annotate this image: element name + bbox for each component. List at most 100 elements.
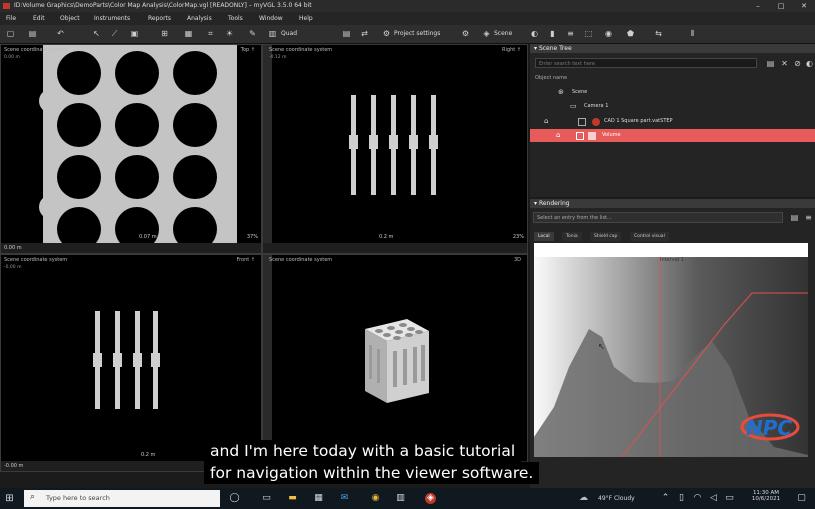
tray-chevron-icon[interactable]: ⌃ [660, 493, 671, 504]
clock[interactable]: 11:30 AM 10/6/2021 [746, 490, 786, 502]
windows-start-icon[interactable]: ⊞ [4, 493, 15, 504]
pen-icon[interactable]: ✎ [248, 29, 257, 38]
slice-slider[interactable] [263, 255, 272, 471]
menu-window[interactable]: Window [259, 12, 283, 25]
coordinate-label: Scene coordinate system [4, 47, 68, 53]
tree-settings-icon[interactable]: ◐ [805, 59, 814, 68]
tree-item-scene[interactable]: ⊛ Scene [530, 86, 815, 99]
menu-analysis[interactable]: Analysis [187, 12, 212, 25]
view-label[interactable]: Front ↑ [237, 257, 255, 263]
gear-icon[interactable]: ⚙ [461, 29, 470, 38]
taskbar: ⊞ ⌕ Type here to search ◯ ▭ ▬ ▦ ✉ ◉ ▥ ◈ … [0, 488, 815, 509]
open-icon[interactable]: ▤ [28, 29, 37, 38]
flip-icon[interactable]: ⇆ [654, 29, 663, 38]
keyboard-icon[interactable]: ▭ [724, 493, 735, 504]
mail-icon[interactable]: ✉ [339, 493, 350, 504]
viewport-footer: 0.00 m [1, 243, 261, 253]
chart-icon[interactable]: ▮ [548, 29, 557, 38]
maximize-button[interactable]: □ [770, 0, 792, 12]
measure-icon[interactable]: ⟋ [110, 29, 119, 38]
volume-icon[interactable]: ◁ [708, 493, 719, 504]
undo-icon[interactable]: ↶ [56, 29, 65, 38]
menu-object[interactable]: Object [60, 12, 80, 25]
layout-icon[interactable]: ▥ [268, 29, 277, 38]
project-settings-button[interactable]: Project settings [394, 25, 440, 43]
bars-icon[interactable]: ⫴ [688, 29, 697, 38]
myvgl-icon[interactable]: ◈ [425, 493, 436, 504]
menu-file[interactable]: File [6, 12, 16, 25]
link-icon[interactable]: ⇄ [360, 29, 369, 38]
colormap-strip[interactable] [534, 243, 808, 257]
layout-dropdown[interactable]: Quad [281, 25, 297, 43]
select-icon[interactable]: ▣ [130, 29, 139, 38]
view-label[interactable]: Right ↑ [502, 47, 521, 53]
weather-text[interactable]: 49°F Cloudy [598, 495, 635, 502]
tree-item-cad[interactable]: ⌂ CAD 1 Square part.vatSTEP [530, 115, 815, 128]
scene-search-input[interactable]: Enter search text here [535, 58, 757, 68]
store-icon[interactable]: ▦ [313, 493, 324, 504]
menu-edit[interactable]: Edit [33, 12, 45, 25]
transform-icon[interactable]: ⊞ [160, 29, 169, 38]
cube-icon[interactable]: ⬚ [584, 29, 593, 38]
save-preset-icon[interactable]: ▤ [790, 213, 799, 222]
collapse-icon[interactable]: ▾ [534, 45, 537, 52]
tree-item-volume[interactable]: ⌂ Volume [530, 129, 815, 142]
marker-icon[interactable]: ⬟ [626, 29, 635, 38]
coordinate-value: 0.00 m [4, 55, 20, 60]
tab-shield-cap[interactable]: Shield cap [590, 232, 622, 241]
plate-edge [39, 195, 53, 219]
tree-option-icon[interactable]: ✕ [780, 59, 789, 68]
grid-icon[interactable]: ▦ [184, 29, 193, 38]
close-button[interactable]: ✕ [793, 0, 815, 12]
pointer-icon[interactable]: ↖ [92, 29, 101, 38]
collapse-icon[interactable]: ▾ [534, 200, 537, 207]
widgets-icon[interactable]: ▭ [261, 493, 272, 504]
rendering-header: ▾ Rendering [530, 199, 815, 208]
scene-button[interactable]: Scene [494, 25, 512, 43]
minimize-button[interactable]: – [747, 0, 769, 12]
new-icon[interactable]: ▢ [6, 29, 15, 38]
tree-item-label: Scene [572, 89, 588, 95]
menu-reports[interactable]: Reports [148, 12, 171, 25]
viewport-top[interactable]: Scene coordinate system 0.00 m Top ↑ 0.0… [0, 44, 262, 254]
slice-slider[interactable] [263, 45, 272, 253]
camera-icon[interactable]: ◉ [604, 29, 613, 38]
filter-icon[interactable]: ▤ [766, 59, 775, 68]
hole [115, 103, 159, 147]
light-icon[interactable]: ☀ [225, 29, 234, 38]
network-icon[interactable]: ▯ [676, 493, 687, 504]
layers-icon[interactable]: ≡ [566, 29, 575, 38]
search-clear-icon[interactable]: ⊘ [793, 59, 802, 68]
tool-icon[interactable]: ◐ [530, 29, 539, 38]
coordinate-value: -0.12 m [269, 55, 287, 60]
tab-control-visual[interactable]: Control visual [630, 232, 669, 241]
preset-dropdown[interactable]: Select an entry from the list... [533, 212, 783, 223]
taskbar-search[interactable]: ⌕ Type here to search [24, 490, 220, 507]
task-view-icon[interactable]: ◯ [229, 493, 240, 504]
settings-icon[interactable]: ⚙ [382, 29, 391, 38]
menu-help[interactable]: Help [299, 12, 313, 25]
file-explorer-icon[interactable]: ▬ [287, 493, 298, 504]
menu-icon[interactable]: ≡ [804, 213, 813, 222]
visibility-checkbox[interactable] [578, 118, 586, 126]
notifications-icon[interactable]: ▢ [796, 493, 807, 504]
crop-icon[interactable]: ⌗ [206, 29, 215, 38]
scene-icon[interactable]: ◈ [482, 29, 491, 38]
hole [115, 155, 159, 199]
viewport-right[interactable]: Scene coordinate system -0.12 m Right ↑ … [262, 44, 528, 254]
save-view-icon[interactable]: ▤ [342, 29, 351, 38]
wifi-icon[interactable]: ◠ [692, 493, 703, 504]
scene-tree-title: Scene Tree [538, 45, 572, 52]
tab-tonia[interactable]: Tonia [562, 232, 582, 241]
view-label[interactable]: Top ↑ [241, 47, 255, 53]
window-title: ID:Volume Graphics\DemoParts\Color Map A… [14, 2, 312, 9]
pins-side-view [349, 95, 438, 195]
tree-item-camera[interactable]: ▭ Camera 1 [530, 100, 815, 113]
menu-instruments[interactable]: Instruments [94, 12, 130, 25]
view-label[interactable]: 3D [514, 257, 521, 263]
menu-tools[interactable]: Tools [228, 12, 243, 25]
visibility-checkbox[interactable] [576, 132, 584, 140]
chrome-icon[interactable]: ◉ [370, 493, 381, 504]
tab-local[interactable]: Local [534, 232, 554, 241]
app-icon[interactable]: ▥ [395, 493, 406, 504]
